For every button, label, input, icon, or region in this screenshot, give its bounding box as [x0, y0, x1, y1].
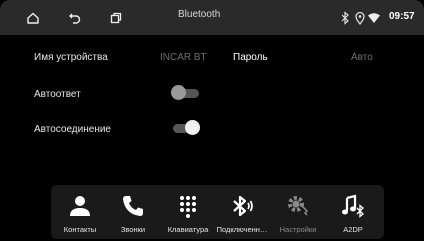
settings-icon: [286, 194, 310, 218]
back-icon[interactable]: [65, 8, 85, 28]
dialpad-icon: [176, 194, 200, 218]
recent-apps-icon[interactable]: [106, 8, 126, 28]
dock-label: Подключенн…: [216, 225, 268, 234]
dock-item-settings[interactable]: Настройки: [273, 185, 323, 239]
dock-label: Настройки: [279, 225, 317, 234]
phone-icon: [121, 194, 145, 218]
wifi-icon: [364, 8, 384, 28]
dock-label: Звонки: [120, 225, 146, 234]
dock-label: Клавиатура: [167, 225, 209, 234]
toggle-knob: [185, 120, 200, 135]
dock-item-contacts[interactable]: Контакты: [55, 185, 105, 239]
dock-item-a2dp[interactable]: A2DP: [328, 185, 378, 239]
dock-item-calls[interactable]: Звонки: [108, 185, 158, 239]
auto-answer-toggle[interactable]: [171, 85, 201, 101]
dock-item-dialpad[interactable]: Клавиатура: [163, 185, 213, 239]
contacts-icon: [68, 194, 92, 218]
device-name-label: Имя устройства: [34, 52, 108, 63]
bottom-dock: Контакты Звонки Клавиатура Подключенн… Н…: [51, 185, 384, 239]
dock-label: A2DP: [343, 225, 363, 234]
bluetooth-connected-icon: [230, 194, 254, 218]
password-label: Пароль: [233, 52, 268, 63]
auto-answer-label: Автоответ: [34, 89, 81, 100]
dock-label: Контакты: [63, 225, 97, 234]
screen-title: Bluetooth: [178, 9, 221, 20]
device-name-value[interactable]: INCAR BT: [160, 52, 207, 63]
toggle-knob: [171, 85, 186, 100]
bluetooth-settings-screen: Bluetooth 09:57 Имя устройства INCAR BT …: [0, 0, 424, 241]
clock: 09:57: [389, 11, 415, 22]
bluetooth-music-icon: [341, 194, 365, 218]
password-value[interactable]: Авто: [351, 52, 373, 63]
auto-connect-toggle[interactable]: [171, 120, 201, 136]
status-bar: Bluetooth 09:57: [0, 0, 424, 35]
auto-connect-label: Автосоединение: [34, 124, 111, 135]
dock-item-connected[interactable]: Подключенн…: [217, 185, 267, 239]
home-icon[interactable]: [23, 8, 43, 28]
